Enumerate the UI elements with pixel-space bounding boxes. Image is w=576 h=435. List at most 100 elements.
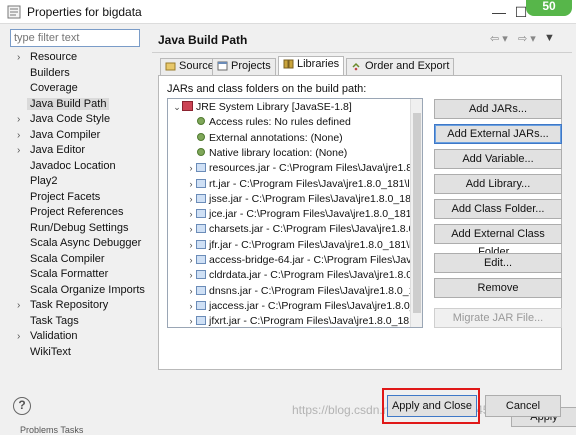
- chevron-right-icon[interactable]: ›: [186, 254, 196, 267]
- add-external-class-folder-button[interactable]: Add External Class Folder...: [434, 224, 562, 258]
- nav-item-label: Scala Compiler: [30, 252, 105, 265]
- nav-item-java-editor[interactable]: › Java Editor: [10, 143, 150, 159]
- chevron-right-icon[interactable]: ›: [17, 112, 20, 127]
- nav-item-scala-formatter[interactable]: Scala Formatter: [10, 267, 150, 283]
- tree-row[interactable]: › jce.jar - C:\Program Files\Java\jre1.8.…: [186, 208, 423, 222]
- chevron-right-icon[interactable]: ›: [186, 285, 196, 298]
- window-title: Properties for bigdata: [27, 5, 142, 19]
- edit-button[interactable]: Edit...: [434, 253, 562, 273]
- tree-row-label: charsets.jar - C:\Program Files\Java\jre…: [209, 223, 421, 236]
- nav-item-project-references[interactable]: Project References: [10, 205, 150, 221]
- chevron-right-icon[interactable]: ›: [186, 315, 196, 327]
- tree-row[interactable]: › charsets.jar - C:\Program Files\Java\jr…: [186, 223, 421, 237]
- chevron-down-icon[interactable]: ⌄: [172, 101, 182, 114]
- library-tree[interactable]: › jfxrt.jar - C:\Program Files\Java\jre1.…: [167, 98, 423, 328]
- nav-item-javadoc-location[interactable]: Javadoc Location: [10, 159, 150, 175]
- library-icon: [182, 101, 193, 111]
- chevron-right-icon[interactable]: ›: [186, 178, 196, 191]
- apply-and-close-button[interactable]: Apply and Close: [387, 395, 477, 417]
- chevron-right-icon[interactable]: ›: [186, 300, 196, 313]
- chevron-right-icon[interactable]: ›: [17, 128, 20, 143]
- tree-row[interactable]: ⌄ JRE System Library [JavaSE-1.8]: [172, 101, 352, 115]
- preference-tree: › Resource Builders Coverage Java Build Path…: [10, 50, 150, 360]
- back-arrow-icon[interactable]: ⇦ ▾: [490, 32, 508, 45]
- filter-input[interactable]: [10, 29, 140, 47]
- nav-item-task-repository[interactable]: › Task Repository: [10, 298, 150, 314]
- chevron-right-icon[interactable]: ›: [186, 162, 196, 175]
- nav-item-java-code-style[interactable]: › Java Code Style: [10, 112, 150, 128]
- nav-item-label: Java Editor: [30, 144, 86, 156]
- tree-row[interactable]: › jfr.jar - C:\Program Files\Java\jre1.8.…: [186, 239, 420, 253]
- nav-item-scala-organize-imports[interactable]: Scala Organize Imports: [10, 283, 150, 299]
- menu-icon[interactable]: ▼: [544, 32, 555, 44]
- tree-row[interactable]: Access rules: No rules defined: [186, 116, 351, 130]
- add-variable-button[interactable]: Add Variable...: [434, 149, 562, 169]
- nav-item-wikitext[interactable]: WikiText: [10, 345, 150, 361]
- chevron-right-icon[interactable]: ›: [186, 193, 196, 206]
- panel-divider: [152, 52, 572, 53]
- nav-item-project-facets[interactable]: Project Facets: [10, 190, 150, 206]
- tab-source[interactable]: Source: [160, 58, 219, 75]
- scrollbar-thumb[interactable]: [413, 113, 421, 313]
- tree-row[interactable]: External annotations: (None): [186, 132, 343, 146]
- jar-file-icon: [196, 316, 206, 326]
- add-library-button[interactable]: Add Library...: [434, 174, 562, 194]
- add-jars-button[interactable]: Add JARs...: [434, 99, 562, 119]
- jar-file-icon: [196, 255, 206, 264]
- chevron-right-icon[interactable]: ›: [186, 239, 196, 252]
- nav-item-play2[interactable]: Play2: [10, 174, 150, 190]
- jar-file-icon: [196, 193, 206, 203]
- forward-arrow-icon[interactable]: ⇨ ▾: [518, 32, 536, 45]
- nav-item-builders[interactable]: Builders: [10, 66, 150, 82]
- tree-row[interactable]: › jaccess.jar - C:\Program Files\Java\jre…: [186, 300, 422, 314]
- order-export-icon: [351, 60, 362, 71]
- chevron-right-icon[interactable]: ›: [17, 298, 20, 313]
- nav-item-resource[interactable]: › Resource: [10, 50, 150, 66]
- nav-item-scala-async-debugger[interactable]: Scala Async Debugger: [10, 236, 150, 252]
- nav-item-validation[interactable]: › Validation: [10, 329, 150, 345]
- tree-row[interactable]: › rt.jar - C:\Program Files\Java\jre1.8.0…: [186, 178, 418, 192]
- remove-button[interactable]: Remove: [434, 278, 562, 298]
- nav-item-coverage[interactable]: Coverage: [10, 81, 150, 97]
- tree-row-label: jfr.jar - C:\Program Files\Java\jre1.8.0…: [209, 238, 420, 251]
- chevron-right-icon[interactable]: ›: [186, 269, 196, 282]
- jar-file-icon: [196, 285, 206, 295]
- tree-row[interactable]: › jsse.jar - C:\Program Files\Java\jre1.8…: [186, 193, 420, 207]
- tree-row-label: access-bridge-64.jar - C:\Program Files\…: [209, 254, 418, 266]
- nav-item-run-debug-settings[interactable]: Run/Debug Settings: [10, 221, 150, 237]
- tree-row-label: resources.jar - C:\Program Files\Java\jr…: [209, 162, 413, 175]
- nav-item-label: Validation: [30, 330, 78, 342]
- add-class-folder-button[interactable]: Add Class Folder...: [434, 199, 562, 219]
- chevron-right-icon[interactable]: ›: [186, 223, 196, 236]
- title-bar: Properties for bigdata — ☐ ✕ 50: [0, 0, 576, 24]
- tab-source-label: Source: [179, 60, 214, 72]
- tree-row[interactable]: › cldrdata.jar - C:\Program Files\Java\jr…: [186, 269, 413, 283]
- tab-libraries[interactable]: Libraries: [278, 56, 345, 76]
- chevron-right-icon[interactable]: ›: [17, 143, 20, 158]
- tree-row[interactable]: › resources.jar - C:\Program Files\Java\j…: [186, 162, 413, 176]
- tree-row-label: dnsns.jar - C:\Program Files\Java\jre1.8…: [209, 284, 423, 297]
- help-icon[interactable]: ?: [13, 397, 31, 415]
- nav-item-label: Task Repository: [30, 299, 109, 311]
- add-external-jars-button[interactable]: Add External JARs...: [434, 124, 562, 144]
- chevron-right-icon[interactable]: ›: [17, 50, 20, 65]
- nav-item-scala-compiler[interactable]: Scala Compiler: [10, 252, 150, 268]
- tree-row[interactable]: › jfxrt.jar - C:\Program Files\Java\jre1.…: [186, 315, 418, 327]
- chevron-right-icon[interactable]: ›: [17, 329, 20, 344]
- chevron-right-icon[interactable]: ›: [186, 208, 196, 221]
- cancel-button[interactable]: Cancel: [485, 395, 561, 417]
- project-icon: [217, 60, 228, 71]
- nav-item-java-build-path[interactable]: Java Build Path: [10, 97, 150, 113]
- minimize-button[interactable]: —: [488, 2, 510, 22]
- tab-order-export[interactable]: Order and Export: [346, 58, 455, 75]
- libraries-icon: [283, 58, 294, 69]
- tree-row[interactable]: Native library location: (None): [186, 147, 347, 161]
- nav-item-java-compiler[interactable]: › Java Compiler: [10, 128, 150, 144]
- tree-row[interactable]: › dnsns.jar - C:\Program Files\Java\jre1.…: [186, 285, 423, 299]
- nav-item-task-tags[interactable]: Task Tags: [10, 314, 150, 330]
- tab-projects[interactable]: Projects: [212, 58, 276, 75]
- tree-scrollbar[interactable]: [410, 99, 422, 327]
- tree-row[interactable]: › access-bridge-64.jar - C:\Program Files…: [186, 254, 418, 268]
- tree-row-label: JRE System Library [JavaSE-1.8]: [196, 101, 352, 113]
- migrate-jar-file-button[interactable]: Migrate JAR File...: [434, 308, 562, 328]
